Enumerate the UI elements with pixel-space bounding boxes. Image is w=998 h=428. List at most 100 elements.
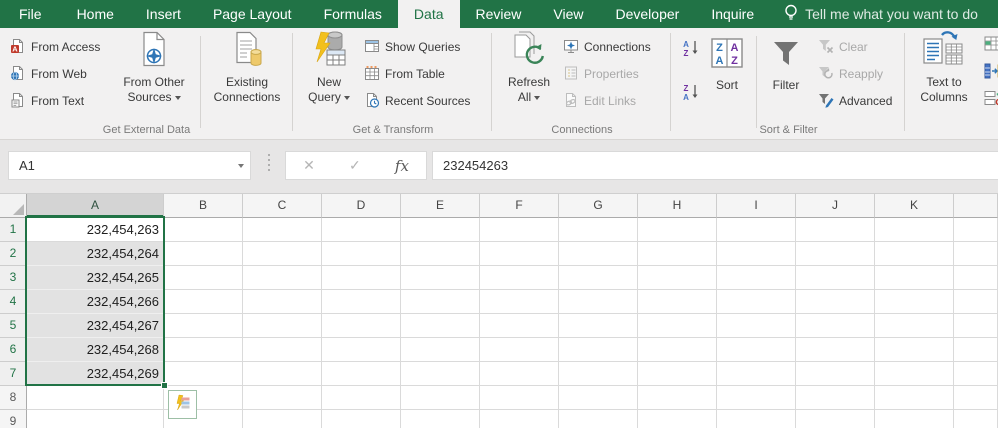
cell-E4[interactable]: [401, 290, 480, 314]
column-header-H[interactable]: H: [638, 194, 717, 218]
tab-file[interactable]: File: [0, 0, 61, 28]
cell-F6[interactable]: [480, 338, 559, 362]
tab-formulas[interactable]: Formulas: [308, 0, 398, 28]
row-header-8[interactable]: 8: [0, 386, 27, 410]
cell-C4[interactable]: [243, 290, 322, 314]
cell-I7[interactable]: [717, 362, 796, 386]
tell-me-box[interactable]: Tell me what you want to do: [784, 0, 978, 28]
cell-F2[interactable]: [480, 242, 559, 266]
cell-partial-1[interactable]: [954, 218, 998, 242]
cell-partial-9[interactable]: [954, 410, 998, 428]
cancel-icon[interactable]: ✕: [303, 157, 315, 174]
cell-A6[interactable]: 232,454,268: [27, 338, 164, 362]
connections-button[interactable]: Connections: [559, 34, 655, 60]
cell-G2[interactable]: [559, 242, 638, 266]
cell-E3[interactable]: [401, 266, 480, 290]
cell-H3[interactable]: [638, 266, 717, 290]
cell-D7[interactable]: [322, 362, 401, 386]
column-header-D[interactable]: D: [322, 194, 401, 218]
cell-J5[interactable]: [796, 314, 875, 338]
text-to-columns-button[interactable]: Text to Columns: [912, 30, 976, 116]
tab-home[interactable]: Home: [61, 0, 130, 28]
formula-bar-drag-dots[interactable]: [268, 154, 270, 171]
cell-H7[interactable]: [638, 362, 717, 386]
cell-E1[interactable]: [401, 218, 480, 242]
column-header-C[interactable]: C: [243, 194, 322, 218]
cell-D1[interactable]: [322, 218, 401, 242]
cell-K1[interactable]: [875, 218, 954, 242]
cell-H2[interactable]: [638, 242, 717, 266]
cell-J8[interactable]: [796, 386, 875, 410]
cell-E7[interactable]: [401, 362, 480, 386]
cell-G4[interactable]: [559, 290, 638, 314]
cell-E8[interactable]: [401, 386, 480, 410]
cell-C2[interactable]: [243, 242, 322, 266]
cell-F9[interactable]: [480, 410, 559, 428]
cell-B5[interactable]: [164, 314, 243, 338]
cell-A2[interactable]: 232,454,264: [27, 242, 164, 266]
cell-partial-6[interactable]: [954, 338, 998, 362]
from-other-sources-button[interactable]: From Other Sources: [112, 30, 196, 116]
cell-partial-7[interactable]: [954, 362, 998, 386]
cell-C5[interactable]: [243, 314, 322, 338]
cell-H1[interactable]: [638, 218, 717, 242]
cell-J4[interactable]: [796, 290, 875, 314]
cell-K3[interactable]: [875, 266, 954, 290]
column-header-G[interactable]: G: [559, 194, 638, 218]
new-query-button[interactable]: New Query: [300, 30, 358, 116]
cell-J7[interactable]: [796, 362, 875, 386]
tab-data[interactable]: Data: [398, 0, 460, 28]
advanced-filter-button[interactable]: Advanced: [814, 88, 896, 114]
cell-B3[interactable]: [164, 266, 243, 290]
row-header-9[interactable]: 9: [0, 410, 27, 428]
cell-I6[interactable]: [717, 338, 796, 362]
tab-insert[interactable]: Insert: [130, 0, 197, 28]
cell-E6[interactable]: [401, 338, 480, 362]
cell-B2[interactable]: [164, 242, 243, 266]
formula-input[interactable]: 232454263: [432, 151, 998, 180]
cell-G6[interactable]: [559, 338, 638, 362]
row-header-4[interactable]: 4: [0, 290, 27, 314]
sort-button[interactable]: ZAAZ Sort: [704, 30, 750, 116]
tab-inquire[interactable]: Inquire: [695, 0, 770, 28]
cell-C9[interactable]: [243, 410, 322, 428]
cell-I1[interactable]: [717, 218, 796, 242]
cell-B4[interactable]: [164, 290, 243, 314]
select-all-corner[interactable]: [0, 194, 27, 218]
name-box[interactable]: A1: [8, 151, 251, 180]
cell-F8[interactable]: [480, 386, 559, 410]
cell-G1[interactable]: [559, 218, 638, 242]
row-header-3[interactable]: 3: [0, 266, 27, 290]
insert-function-icon[interactable]: fx: [395, 157, 409, 175]
cell-C1[interactable]: [243, 218, 322, 242]
cell-K7[interactable]: [875, 362, 954, 386]
cell-C3[interactable]: [243, 266, 322, 290]
column-header-E[interactable]: E: [401, 194, 480, 218]
cell-C7[interactable]: [243, 362, 322, 386]
column-header-J[interactable]: J: [796, 194, 875, 218]
sort-ascending-button[interactable]: AZ: [678, 36, 704, 62]
cell-A5[interactable]: 232,454,267: [27, 314, 164, 338]
cell-A9[interactable]: [27, 410, 164, 428]
cell-F7[interactable]: [480, 362, 559, 386]
enter-icon[interactable]: ✓: [349, 157, 361, 174]
cell-G3[interactable]: [559, 266, 638, 290]
cell-C8[interactable]: [243, 386, 322, 410]
filter-button[interactable]: Filter: [762, 30, 810, 116]
cell-G9[interactable]: [559, 410, 638, 428]
row-header-7[interactable]: 7: [0, 362, 27, 386]
cell-F1[interactable]: [480, 218, 559, 242]
cell-K6[interactable]: [875, 338, 954, 362]
cell-I2[interactable]: [717, 242, 796, 266]
cell-D6[interactable]: [322, 338, 401, 362]
cell-J1[interactable]: [796, 218, 875, 242]
cell-G8[interactable]: [559, 386, 638, 410]
cell-J6[interactable]: [796, 338, 875, 362]
refresh-all-button[interactable]: Refresh All: [501, 30, 557, 116]
cell-J2[interactable]: [796, 242, 875, 266]
cell-A8[interactable]: [27, 386, 164, 410]
cell-G7[interactable]: [559, 362, 638, 386]
cell-G5[interactable]: [559, 314, 638, 338]
cell-I4[interactable]: [717, 290, 796, 314]
cell-K8[interactable]: [875, 386, 954, 410]
